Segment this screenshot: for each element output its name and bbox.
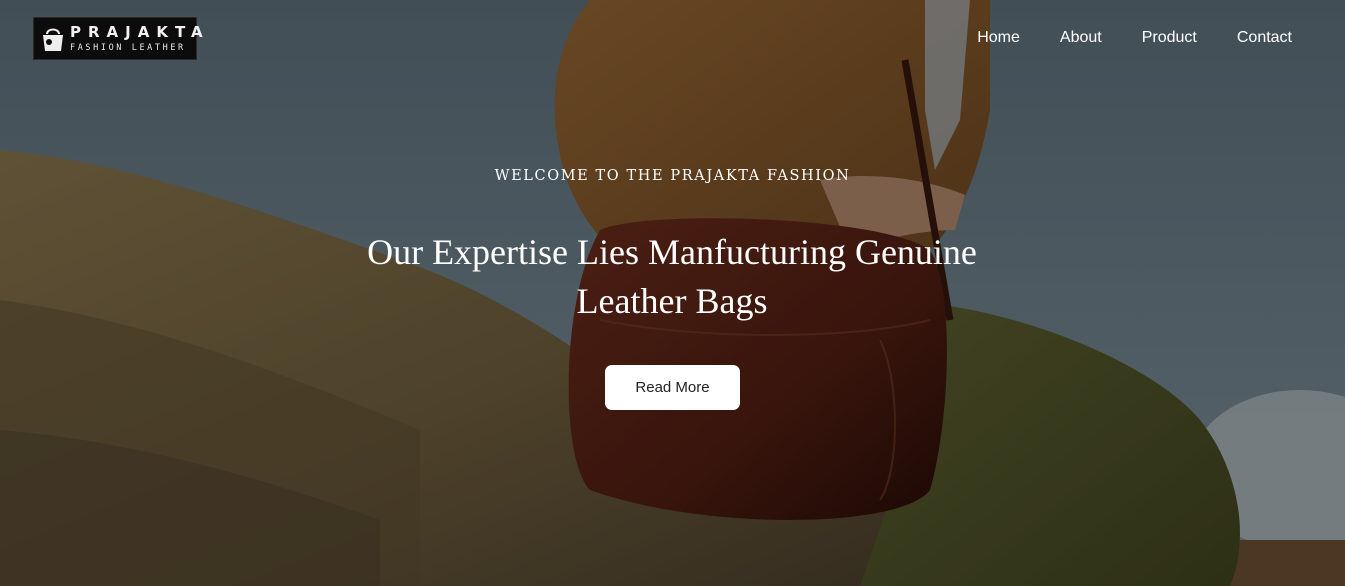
nav-item-contact[interactable]: Contact xyxy=(1237,29,1292,47)
nav-item-home[interactable]: Home xyxy=(977,29,1020,47)
brand-logo[interactable]: PRAJAKTA FASHION LEATHER xyxy=(33,17,203,60)
read-more-button[interactable]: Read More xyxy=(605,365,740,410)
site-header: PRAJAKTA FASHION LEATHER Home About Prod… xyxy=(0,0,1345,80)
hero-section: PRAJAKTA FASHION LEATHER Home About Prod… xyxy=(0,0,1345,586)
main-nav: Home About Product Contact xyxy=(977,29,1292,47)
brand-wordmark: PRAJAKTA FASHION LEATHER xyxy=(70,22,210,53)
hero-eyebrow: WELCOME TO THE PRAJAKTA FASHION xyxy=(494,168,851,184)
hero-headline: Our Expertise Lies Manfucturing Genuine … xyxy=(367,232,977,321)
bag-logo-icon xyxy=(40,22,66,56)
nav-item-product[interactable]: Product xyxy=(1142,29,1197,47)
brand-tagline: FASHION LEATHER xyxy=(70,42,186,53)
brand-name: PRAJAKTA xyxy=(70,22,210,41)
nav-item-about[interactable]: About xyxy=(1060,29,1102,47)
